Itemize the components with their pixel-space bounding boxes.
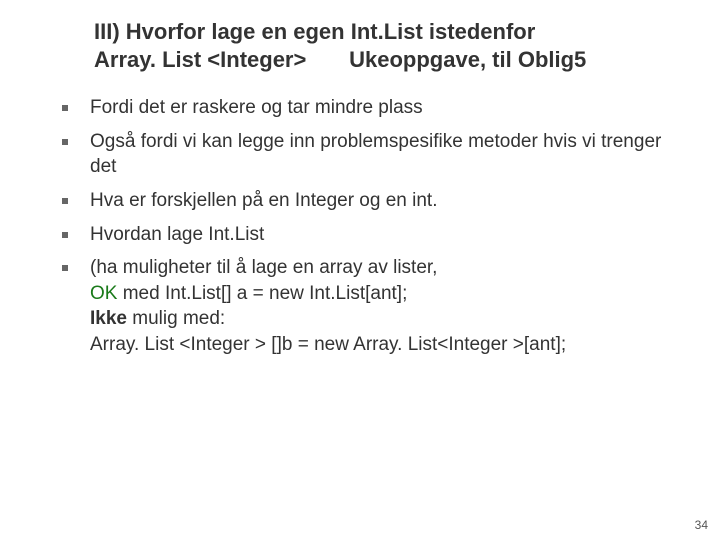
bullet-text: Også fordi vi kan legge inn problemspesi… — [90, 131, 661, 178]
bullet-line: (ha muligheter til å lage en array av li… — [90, 257, 437, 278]
list-item: Fordi det er raskere og tar mindre plass — [54, 95, 684, 129]
bullet-text: Fordi det er raskere og tar mindre plass — [90, 97, 423, 118]
bullet-text: Hva er forskjellen på en Integer og en i… — [90, 190, 437, 211]
list-item: Hva er forskjellen på en Integer og en i… — [54, 188, 684, 222]
ok-label: OK — [90, 283, 117, 304]
bullet-line: Array. List <Integer > []b = new Array. … — [90, 334, 566, 355]
title-line-2: Array. List <Integer> Ukeoppgave, til Ob… — [94, 47, 586, 72]
page-number: 34 — [695, 518, 708, 532]
bullet-text: Hvordan lage Int.List — [90, 224, 264, 245]
bullet-line-tail: med Int.List[] a = new Int.List[ant]; — [117, 283, 407, 304]
list-item: Hvordan lage Int.List — [54, 222, 684, 256]
title-line-1: III) Hvorfor lage en egen Int.List isted… — [94, 19, 535, 44]
slide: III) Hvorfor lage en egen Int.List isted… — [0, 0, 720, 366]
bullet-list: Fordi det er raskere og tar mindre plass… — [54, 95, 684, 366]
ikke-label: Ikke — [90, 308, 127, 329]
slide-title: III) Hvorfor lage en egen Int.List isted… — [94, 18, 684, 73]
list-item: Også fordi vi kan legge inn problemspesi… — [54, 129, 684, 188]
list-item: (ha muligheter til å lage en array av li… — [54, 255, 684, 366]
bullet-line-tail: mulig med: — [127, 308, 225, 329]
